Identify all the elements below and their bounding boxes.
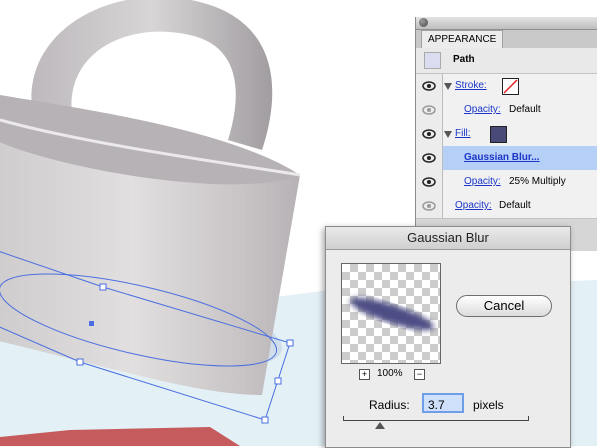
transform-handle[interactable] [99,283,107,291]
close-icon[interactable] [419,18,428,27]
visibility-toggle[interactable] [416,122,443,146]
panel-titlebar[interactable] [416,17,597,30]
radius-slider-thumb[interactable] [375,422,385,429]
dialog-title[interactable]: Gaussian Blur [326,227,570,250]
gaussian-blur-effect-link[interactable]: Gaussian Blur... [464,152,540,163]
gaussian-blur-dialog: Gaussian Blur Cancel + 100% − Radius: 3.… [325,226,571,448]
eye-icon [422,177,436,187]
visibility-toggle[interactable] [416,194,443,218]
opacity-value: Default [509,104,541,115]
slider-tick [528,416,529,421]
unit-label: pixels [473,398,504,412]
visibility-toggle[interactable] [416,146,443,170]
fill-label[interactable]: Fill: [455,128,471,139]
radius-input[interactable]: 3.7 [422,393,464,413]
radius-label: Radius: [369,398,410,412]
disclosure-triangle-icon[interactable] [444,83,452,90]
opacity-row[interactable]: Opacity: Default [416,194,597,219]
gaussian-blur-row[interactable]: Gaussian Blur... [416,146,597,171]
zoom-out-button[interactable]: − [414,369,425,380]
transform-handle[interactable] [274,377,282,385]
stroke-label[interactable]: Stroke: [455,80,487,91]
fill-row[interactable]: Fill: [416,122,597,147]
tab-appearance[interactable]: APPEARANCE [421,30,504,49]
panel-tabbar: APPEARANCE [416,30,597,49]
center-point[interactable] [89,321,94,326]
zoom-level: 100% [377,368,403,379]
path-thumbnail [424,52,441,69]
eye-icon [422,81,436,91]
opacity-row[interactable]: Opacity: 25% Multiply [416,170,597,195]
appearance-panel: APPEARANCE Path Stroke: Opacity: Default… [415,17,597,251]
eye-icon [422,105,436,115]
slider-tick [343,416,344,421]
opacity-label[interactable]: Opacity: [455,200,492,211]
opacity-value: Default [499,200,531,211]
disclosure-triangle-icon[interactable] [444,131,452,138]
visibility-toggle[interactable] [416,98,443,122]
visibility-toggle[interactable] [416,74,443,98]
opacity-value: 25% Multiply [509,176,566,187]
opacity-label[interactable]: Opacity: [464,104,501,115]
cancel-button[interactable]: Cancel [456,295,552,317]
transform-handle[interactable] [261,416,269,424]
transform-handle[interactable] [286,339,294,347]
opacity-row[interactable]: Opacity: Default [416,98,597,123]
path-row[interactable]: Path [416,48,597,74]
fill-swatch[interactable] [490,126,507,143]
visibility-toggle[interactable] [416,170,443,194]
opacity-label[interactable]: Opacity: [464,176,501,187]
stroke-swatch[interactable] [502,78,519,95]
eye-icon [422,153,436,163]
transform-handle[interactable] [76,358,84,366]
stroke-row[interactable]: Stroke: [416,74,597,99]
zoom-in-button[interactable]: + [359,369,370,380]
path-label: Path [453,54,475,65]
blur-preview[interactable] [341,263,441,364]
blur-preview-shape [350,297,434,331]
radius-slider-track[interactable] [343,420,529,421]
eye-icon [422,201,436,211]
eye-icon [422,129,436,139]
